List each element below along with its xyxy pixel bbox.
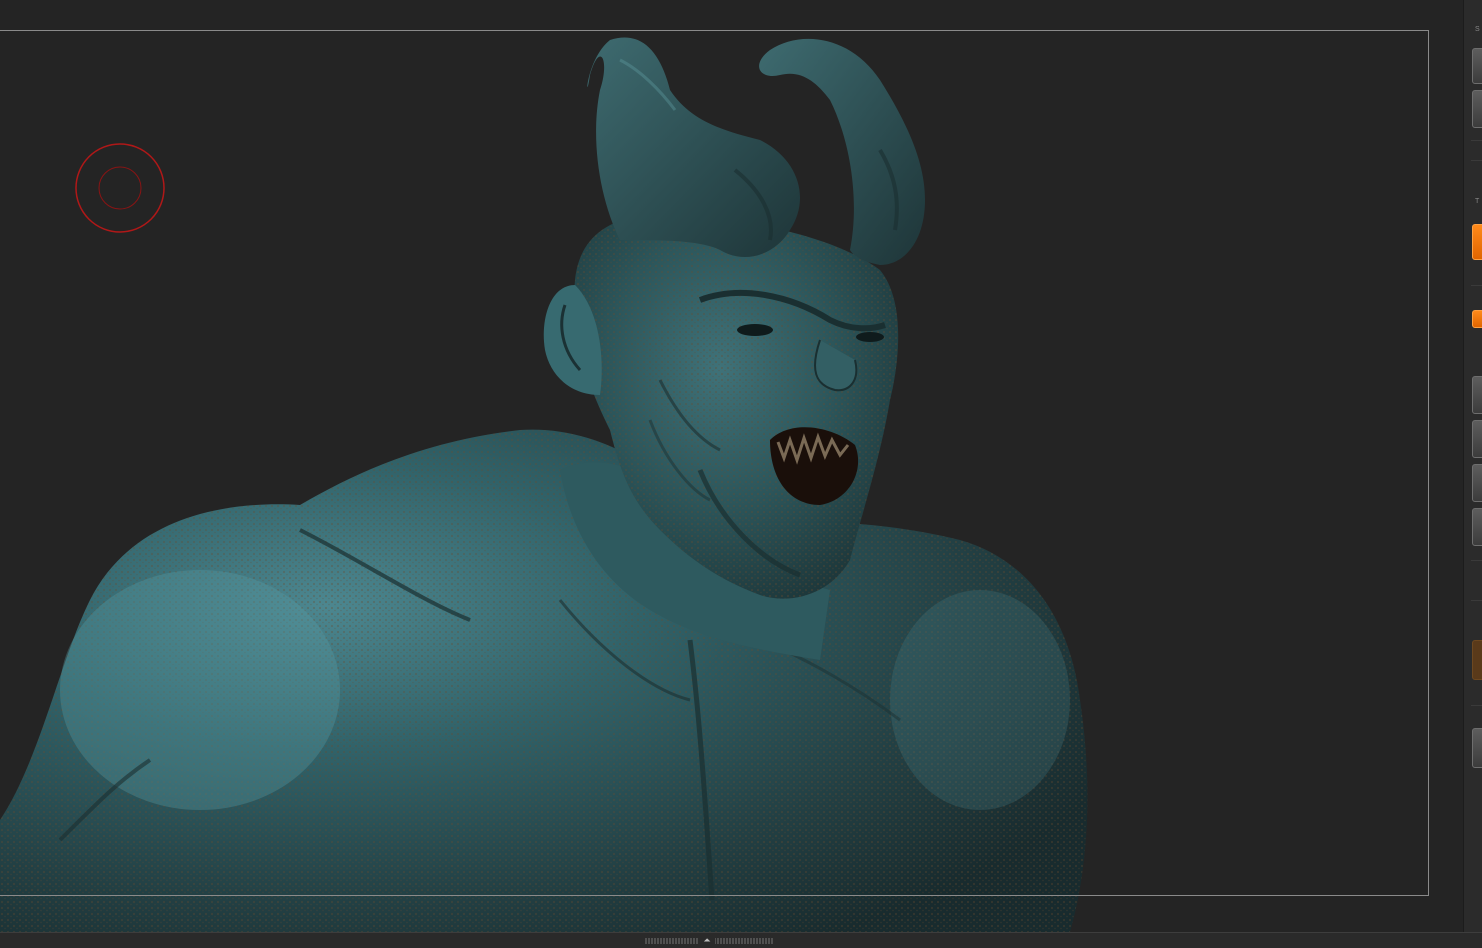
shelf-button-4[interactable] <box>1472 420 1482 458</box>
shelf-divider <box>1471 140 1482 141</box>
canvas-viewport[interactable] <box>0 0 1463 932</box>
shelf-toggle-active[interactable] <box>1472 310 1482 328</box>
shelf-button-1[interactable] <box>1472 48 1482 84</box>
shelf-divider <box>1471 560 1482 561</box>
sculpted-model[interactable] <box>0 0 1463 932</box>
brush-inner-ring <box>98 166 142 210</box>
bottom-tray-bar: ⏶ <box>0 932 1482 948</box>
shelf-label-t: T <box>1475 198 1480 205</box>
eye-right <box>856 332 884 342</box>
shelf-divider <box>1471 285 1482 286</box>
shelf-button-3[interactable] <box>1472 376 1482 414</box>
shelf-button-7[interactable] <box>1472 728 1482 768</box>
shelf-color-swatch[interactable] <box>1472 640 1482 680</box>
right-tool-shelf: S T <box>1463 0 1482 932</box>
shelf-button-active[interactable] <box>1472 224 1482 260</box>
shelf-button-5[interactable] <box>1472 464 1482 502</box>
eye-left <box>737 324 773 336</box>
shelf-label-s: S <box>1475 26 1480 33</box>
brush-outer-ring <box>75 143 165 233</box>
brush-cursor <box>75 143 165 233</box>
shoulder-highlight <box>60 570 340 810</box>
chevron-up-icon[interactable]: ⏶ <box>699 935 715 945</box>
shelf-button-2[interactable] <box>1472 90 1482 128</box>
shelf-divider <box>1471 600 1482 601</box>
shelf-divider <box>1471 705 1482 706</box>
shelf-divider <box>1471 160 1482 161</box>
shelf-button-6[interactable] <box>1472 508 1482 546</box>
